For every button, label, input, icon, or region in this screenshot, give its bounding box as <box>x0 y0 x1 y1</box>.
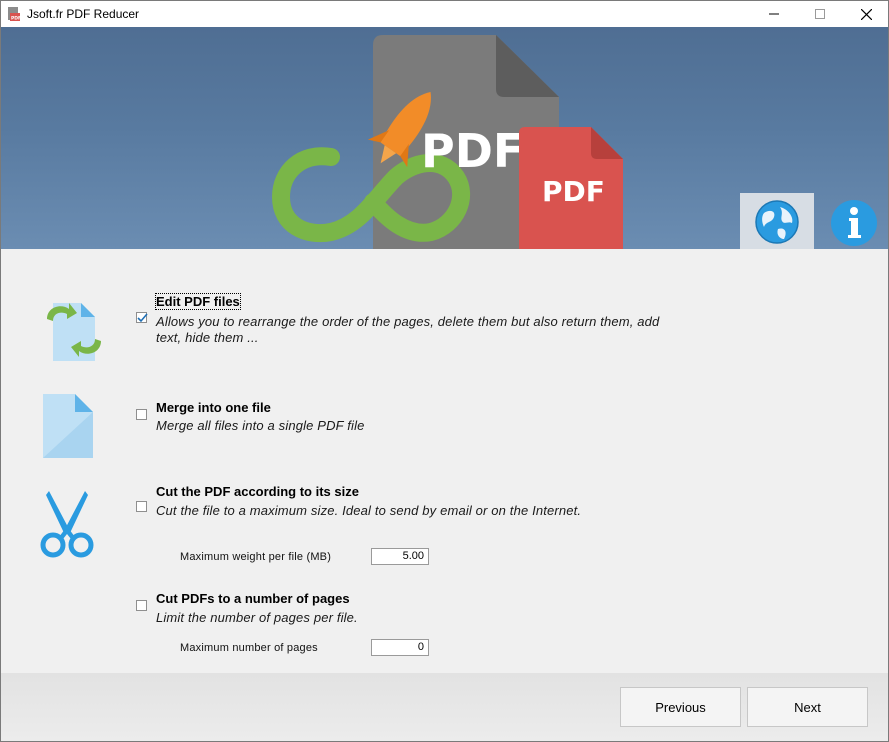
document-icon <box>43 394 93 458</box>
pdf-app-icon: PDF <box>8 7 21 22</box>
footer-bar: Previous Next <box>1 673 888 741</box>
edit-pdf-checkbox[interactable] <box>136 312 148 323</box>
previous-button[interactable]: Previous <box>620 687 741 727</box>
cut-size-title[interactable]: Cut the PDF according to its size <box>156 484 359 499</box>
minimize-button[interactable] <box>751 1 797 27</box>
header-banner: PDF PDF <box>1 27 888 249</box>
cut-pages-title[interactable]: Cut PDFs to a number of pages <box>156 591 350 606</box>
max-weight-label: Maximum weight per file (MB) <box>180 551 332 563</box>
cut-size-checkbox[interactable] <box>136 501 147 512</box>
max-weight-input[interactable]: 5.00 <box>371 548 429 565</box>
max-pages-label: Maximum number of pages <box>180 642 318 654</box>
options-panel: Edit PDF files Allows you to rearrange t… <box>1 249 888 673</box>
minimize-icon <box>769 13 779 15</box>
scissors-icon <box>40 491 94 558</box>
close-icon <box>860 8 872 20</box>
app-window: PDF Jsoft.fr PDF Reducer PDF PDF Edit PD… <box>0 0 889 742</box>
cut-pages-description: Limit the number of pages per file. <box>156 610 358 625</box>
max-pages-input[interactable]: 0 <box>371 639 429 656</box>
back-document-label: PDF <box>421 124 524 178</box>
info-icon <box>831 200 877 246</box>
svg-text:PDF: PDF <box>11 16 21 22</box>
title-bar[interactable]: PDF Jsoft.fr PDF Reducer <box>1 1 888 27</box>
edit-pdf-description: Allows you to rearrange the order of the… <box>156 314 660 345</box>
about-button[interactable] <box>828 197 880 249</box>
globe-icon <box>755 199 799 244</box>
cut-pages-checkbox[interactable] <box>136 600 147 611</box>
maximize-icon <box>815 9 825 19</box>
close-button[interactable] <box>843 1 888 27</box>
merge-description: Merge all files into a single PDF file <box>156 418 365 433</box>
merge-checkbox[interactable] <box>136 409 147 420</box>
edit-files-icon <box>47 303 101 361</box>
window-title: Jsoft.fr PDF Reducer <box>27 7 140 21</box>
cut-size-description: Cut the file to a maximum size. Ideal to… <box>156 503 582 518</box>
maximize-button[interactable] <box>797 1 843 27</box>
language-button[interactable] <box>740 193 814 249</box>
checkmark-icon <box>137 313 148 323</box>
edit-pdf-title[interactable]: Edit PDF files <box>155 293 241 310</box>
front-document-label: PDF <box>542 175 605 208</box>
merge-title[interactable]: Merge into one file <box>156 400 271 415</box>
next-button[interactable]: Next <box>747 687 868 727</box>
